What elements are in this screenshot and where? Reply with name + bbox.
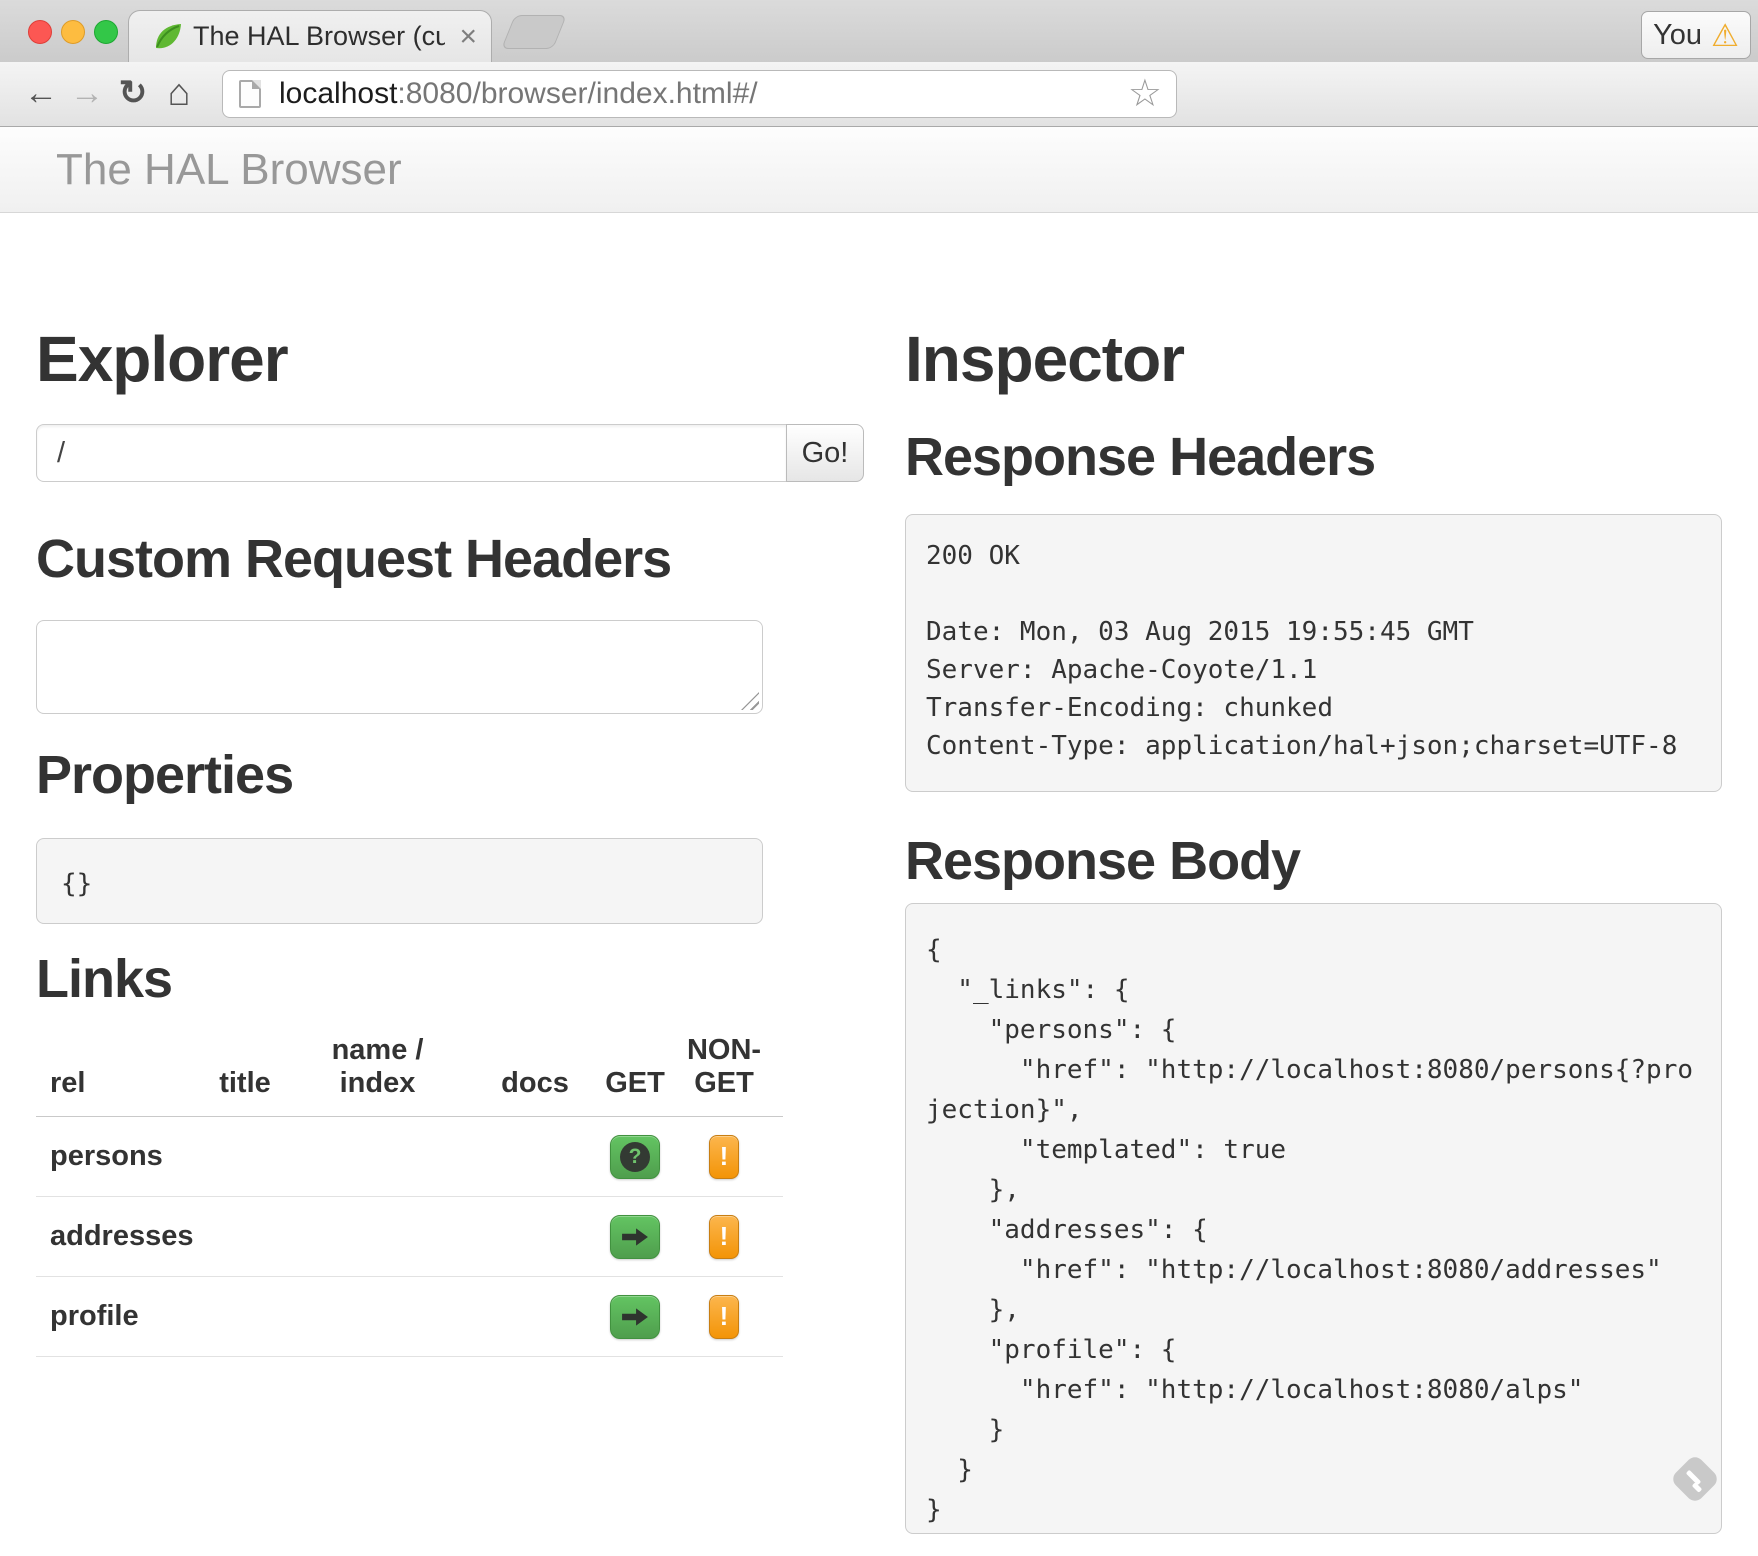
explorer-address-group: Go! xyxy=(36,424,864,482)
profile-label: You xyxy=(1653,19,1702,52)
browser-tab[interactable]: The HAL Browser (customiz × xyxy=(128,10,492,62)
inspector-heading: Inspector xyxy=(905,322,1184,396)
links-column-header: title xyxy=(200,1067,290,1100)
get-button[interactable]: ? xyxy=(610,1135,660,1179)
window-close-button[interactable] xyxy=(28,20,52,44)
get-button[interactable] xyxy=(610,1295,660,1339)
spring-leaf-favicon xyxy=(151,21,183,53)
url-text[interactable]: localhost:8080/browser/index.html#/ xyxy=(279,77,758,111)
app-header: The HAL Browser xyxy=(0,127,1758,213)
links-column-header: name / index xyxy=(290,1034,465,1100)
arrow-right-icon xyxy=(621,1227,649,1247)
response-headers-box: 200 OK Date: Mon, 03 Aug 2015 19:55:45 G… xyxy=(905,514,1722,792)
custom-request-headers-heading: Custom Request Headers xyxy=(36,528,671,590)
profile-button[interactable]: You ⚠ xyxy=(1641,11,1751,59)
reload-button[interactable]: ↻ xyxy=(112,71,154,115)
links-column-header: rel xyxy=(36,1067,200,1100)
tab-close-icon[interactable]: × xyxy=(459,22,477,52)
link-rel-label: persons xyxy=(36,1140,200,1173)
browser-toolbar: ← → ↻ ⌂ localhost:8080/browser/index.htm… xyxy=(0,62,1758,127)
feedly-mini-icon[interactable] xyxy=(1671,1455,1719,1503)
links-heading: Links xyxy=(36,948,172,1010)
non-get-button[interactable]: ! xyxy=(709,1135,739,1179)
response-headers-text: 200 OK Date: Mon, 03 Aug 2015 19:55:45 G… xyxy=(906,515,1721,787)
links-table-header: reltitlename / indexdocsGETNON-GET xyxy=(36,1040,783,1117)
url-host: localhost xyxy=(279,77,397,110)
links-column-header: docs xyxy=(465,1067,605,1100)
properties-value: {} xyxy=(37,839,762,929)
arrow-right-icon xyxy=(621,1307,649,1327)
non-get-button[interactable]: ! xyxy=(709,1215,739,1259)
response-headers-heading: Response Headers xyxy=(905,426,1375,488)
new-tab-button[interactable] xyxy=(501,15,567,49)
url-path: :8080/browser/index.html#/ xyxy=(397,77,757,110)
warning-icon: ⚠ xyxy=(1711,20,1739,51)
response-body-text: { "_links": { "persons": { "href": "http… xyxy=(906,904,1721,1556)
forward-button[interactable]: → xyxy=(66,71,108,115)
tab-strip: The HAL Browser (customiz × You ⚠ xyxy=(0,0,1758,62)
explorer-address-input[interactable] xyxy=(36,424,786,482)
response-body-heading: Response Body xyxy=(905,830,1300,892)
window-minimize-button[interactable] xyxy=(61,20,85,44)
properties-box: {} xyxy=(36,838,763,924)
home-button[interactable]: ⌂ xyxy=(158,71,200,115)
links-table-rows: persons?!addresses!profile! xyxy=(36,1117,783,1357)
go-button[interactable]: Go! xyxy=(786,424,864,482)
custom-request-headers-textarea[interactable] xyxy=(36,620,763,714)
question-circle-icon: ? xyxy=(620,1142,650,1172)
links-table-row: addresses! xyxy=(36,1197,783,1277)
page-document-icon xyxy=(239,80,261,108)
links-table-row: profile! xyxy=(36,1277,783,1357)
link-rel-label: profile xyxy=(36,1300,200,1333)
links-column-header: GET xyxy=(605,1067,665,1100)
window-zoom-button[interactable] xyxy=(94,20,118,44)
link-rel-label: addresses xyxy=(36,1220,200,1253)
tab-title: The HAL Browser (customiz xyxy=(193,21,445,52)
get-button[interactable] xyxy=(610,1215,660,1259)
explorer-heading: Explorer xyxy=(36,322,288,396)
address-bar[interactable]: localhost:8080/browser/index.html#/ ☆ xyxy=(222,70,1177,118)
app-title: The HAL Browser xyxy=(56,127,402,213)
response-body-box: { "_links": { "persons": { "href": "http… xyxy=(905,903,1722,1534)
properties-heading: Properties xyxy=(36,744,293,806)
back-button[interactable]: ← xyxy=(20,71,62,115)
links-table-row: persons?! xyxy=(36,1117,783,1197)
links-table: reltitlename / indexdocsGETNON-GET perso… xyxy=(36,1040,783,1357)
bookmark-star-icon[interactable]: ☆ xyxy=(1128,75,1162,113)
non-get-button[interactable]: ! xyxy=(709,1295,739,1339)
links-column-header: NON-GET xyxy=(665,1034,783,1100)
